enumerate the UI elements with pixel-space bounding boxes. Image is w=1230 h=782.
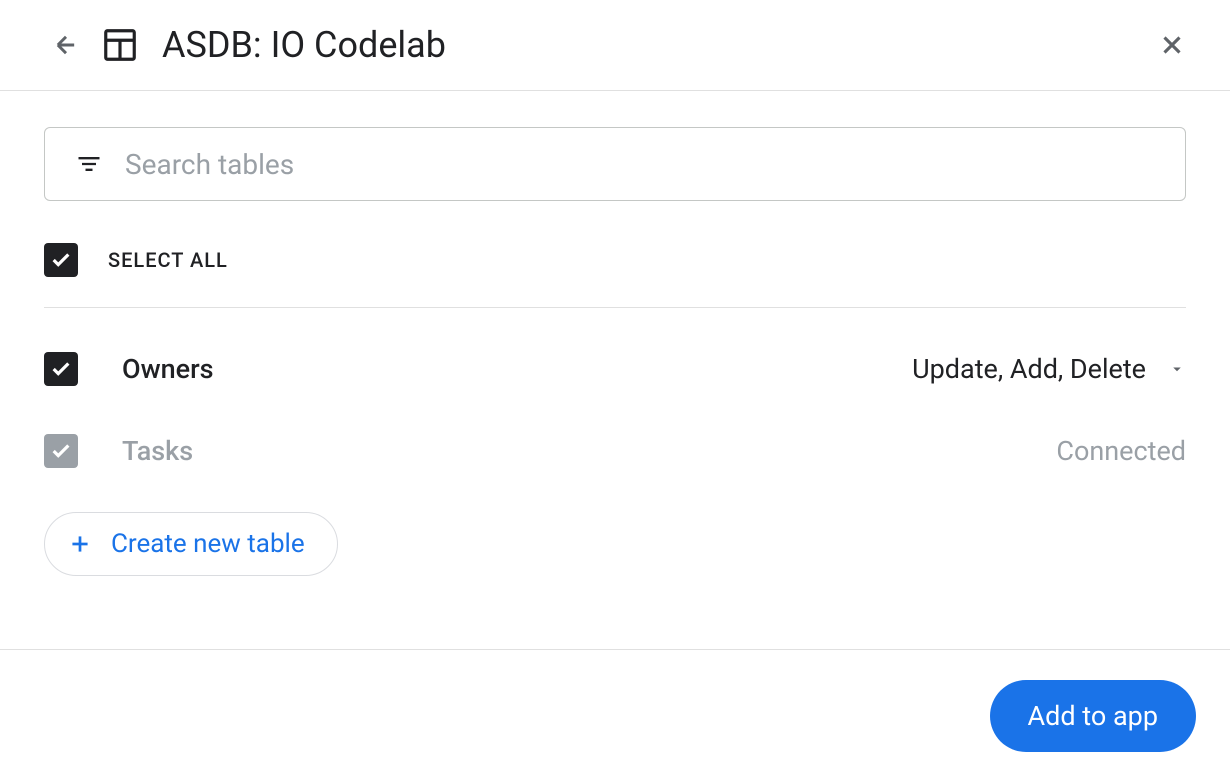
- table-permissions-dropdown[interactable]: Update, Add, Delete: [912, 353, 1186, 385]
- checkmark-icon: [50, 440, 72, 462]
- plus-icon: [67, 531, 93, 557]
- checkmark-icon: [50, 358, 72, 380]
- filter-icon: [73, 148, 105, 180]
- table-name: Owners: [122, 353, 912, 385]
- search-box[interactable]: [44, 127, 1186, 201]
- table-checkbox-owners[interactable]: [44, 352, 78, 386]
- create-table-label: Create new table: [111, 529, 305, 559]
- table-checkbox-tasks[interactable]: [44, 434, 78, 468]
- close-icon: [1157, 30, 1187, 60]
- arrow-left-icon: [52, 31, 80, 59]
- select-all-label: SELECT ALL: [108, 248, 228, 272]
- back-arrow-button[interactable]: [50, 29, 82, 61]
- table-name: Tasks: [122, 435, 1056, 467]
- table-row: Owners Update, Add, Delete: [44, 328, 1186, 410]
- table-icon: [100, 25, 140, 65]
- chevron-down-icon: [1168, 353, 1186, 385]
- table-permissions-label: Update, Add, Delete: [912, 353, 1146, 385]
- create-table-button[interactable]: Create new table: [44, 512, 338, 576]
- table-row: Tasks Connected: [44, 410, 1186, 492]
- select-all-row: SELECT ALL: [44, 243, 1186, 308]
- checkmark-icon: [50, 249, 72, 271]
- dialog-content: SELECT ALL Owners Update, Add, Delete Ta…: [0, 91, 1230, 576]
- close-button[interactable]: [1154, 27, 1190, 63]
- dialog-title: ASDB: IO Codelab: [162, 24, 1154, 66]
- search-input[interactable]: [125, 148, 1157, 181]
- select-all-checkbox[interactable]: [44, 243, 78, 277]
- add-to-app-button[interactable]: Add to app: [990, 680, 1196, 752]
- table-status-label: Connected: [1056, 435, 1186, 467]
- dialog-header: ASDB: IO Codelab: [0, 0, 1230, 91]
- dialog-footer: Add to app: [0, 649, 1230, 782]
- table-status: Connected: [1056, 435, 1186, 467]
